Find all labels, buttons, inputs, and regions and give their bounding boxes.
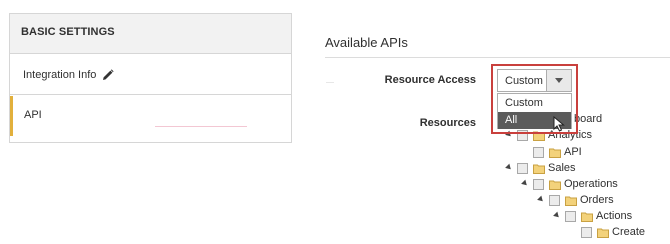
mouse-pointer-icon	[553, 116, 565, 132]
chevron-down-icon	[555, 78, 563, 83]
tree-row[interactable]: Actions	[500, 210, 660, 224]
tree-label: Orders	[580, 194, 614, 206]
folder-icon	[565, 196, 577, 206]
collapse-toggle-icon[interactable]	[537, 195, 545, 204]
nav-item-integration-info[interactable]: Integration Info	[10, 55, 291, 95]
folder-icon	[597, 228, 609, 238]
resource-access-select[interactable]: Custom	[497, 69, 572, 92]
checkbox[interactable]	[581, 227, 592, 238]
select-value: Custom	[505, 75, 543, 87]
nav-item-label: API	[24, 109, 42, 121]
tree-label: Operations	[564, 178, 618, 190]
tree-row[interactable]: API	[500, 146, 630, 160]
folder-icon	[549, 180, 561, 190]
tree-label: board	[574, 113, 603, 125]
resources-label: Resources	[419, 117, 476, 129]
tree-label: Actions	[596, 210, 633, 222]
nav-item-api[interactable]: API	[10, 96, 291, 136]
folder-icon	[533, 164, 545, 174]
checkbox[interactable]	[533, 179, 544, 190]
resource-access-label: Resource Access	[384, 74, 476, 86]
tree-label: Sales	[548, 162, 576, 174]
section-title: Available APIs	[325, 35, 408, 50]
option-custom[interactable]: Custom	[498, 95, 571, 112]
dropdown-toggle-button[interactable]	[546, 70, 571, 91]
checkbox[interactable]	[517, 163, 528, 174]
collapse-toggle-icon[interactable]	[505, 163, 513, 172]
tree-label: Create	[612, 226, 646, 238]
tree-label: API	[564, 146, 582, 158]
section-divider	[325, 57, 670, 58]
settings-panel: BASIC SETTINGS Integration Info API	[9, 13, 292, 143]
checkbox[interactable]	[549, 195, 560, 206]
tree-row[interactable]: Orders	[500, 194, 650, 208]
collapse-toggle-icon[interactable]	[521, 179, 529, 188]
settings-header-title: BASIC SETTINGS	[21, 26, 115, 38]
settings-header: BASIC SETTINGS	[10, 14, 291, 54]
pencil-icon[interactable]	[102, 69, 114, 81]
checkbox[interactable]	[533, 147, 544, 158]
nav-item-label: Integration Info	[23, 69, 97, 81]
checkbox[interactable]	[565, 211, 576, 222]
tree-row[interactable]: Operations	[500, 178, 650, 192]
collapse-toggle-icon[interactable]	[553, 211, 561, 220]
folder-icon	[549, 148, 561, 158]
tree-row[interactable]: Create	[500, 226, 660, 240]
folder-icon	[581, 212, 593, 222]
tree-row[interactable]: Sales	[500, 162, 630, 176]
divider	[155, 126, 247, 127]
divider	[326, 82, 334, 83]
